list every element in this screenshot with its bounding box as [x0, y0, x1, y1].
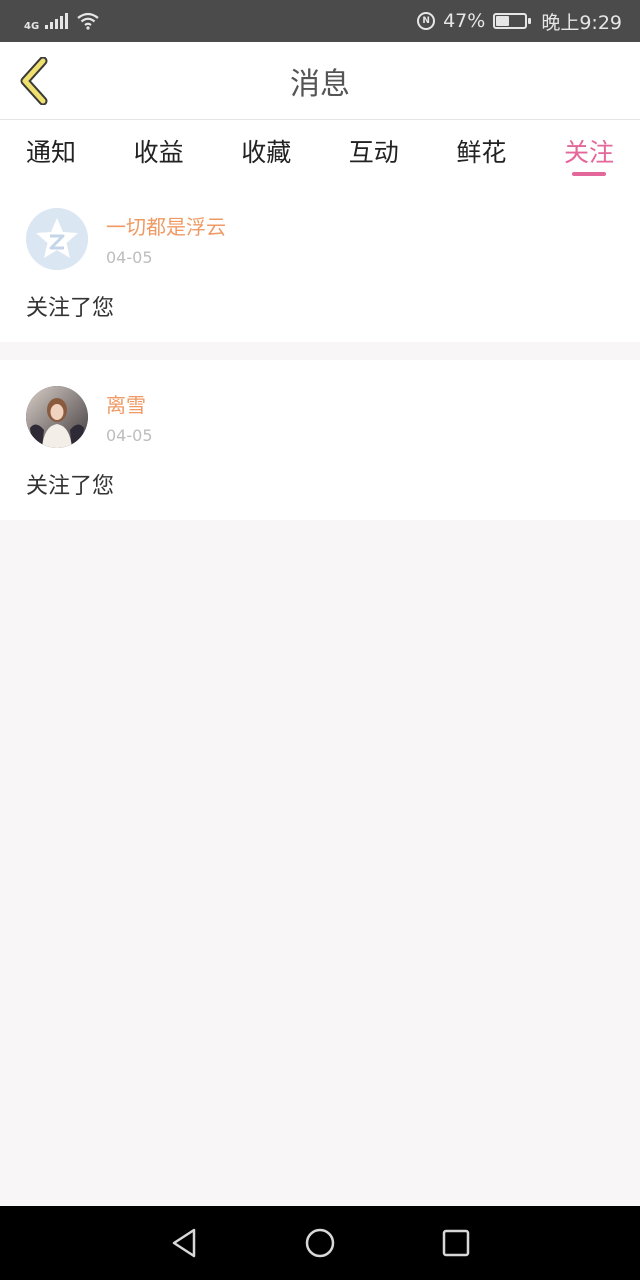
message-date: 04-05: [106, 426, 153, 445]
message-card[interactable]: 一切都是浮云 04-05 关注了您: [0, 182, 640, 342]
nav-back-button[interactable]: [166, 1225, 202, 1261]
page-title: 消息: [290, 67, 350, 102]
wifi-icon: [77, 12, 99, 30]
signal-icon: [45, 13, 69, 29]
tab-interaction[interactable]: 互动: [349, 120, 399, 182]
message-card[interactable]: 离雪 04-05 关注了您: [0, 360, 640, 520]
chevron-left-icon: [20, 57, 48, 105]
tab-bar: 通知 收益 收藏 互动 鲜花 关注: [0, 120, 640, 182]
tab-notice[interactable]: 通知: [26, 120, 76, 182]
battery-fill: [496, 16, 510, 26]
user-name[interactable]: 一切都是浮云: [106, 211, 226, 240]
tab-flowers[interactable]: 鲜花: [456, 120, 506, 182]
avatar[interactable]: [26, 208, 88, 270]
battery-percent: 47%: [443, 10, 486, 32]
message-text: 关注了您: [26, 474, 115, 499]
message-header: 一切都是浮云 04-05: [26, 208, 614, 270]
data-saver-icon: N: [417, 12, 436, 30]
clock: 晚上9:29: [541, 11, 622, 34]
network-type-label: 4G: [24, 20, 40, 32]
message-header: 离雪 04-05: [26, 386, 614, 448]
message-meta: 离雪 04-05: [106, 389, 153, 445]
nav-home-button[interactable]: [302, 1225, 338, 1261]
status-right: N 47% 晚上9:29: [417, 8, 622, 35]
default-star-avatar-icon: [26, 208, 88, 270]
photo-avatar-icon: [26, 386, 88, 448]
battery-icon: [493, 13, 532, 29]
system-navigation-bar: [0, 1206, 640, 1280]
tab-earnings[interactable]: 收益: [134, 120, 184, 182]
circle-home-icon: [305, 1228, 335, 1258]
tab-favorites[interactable]: 收藏: [241, 120, 291, 182]
app-header: 消息: [0, 42, 640, 120]
status-left: 4G: [24, 11, 100, 32]
message-text: 关注了您: [26, 296, 115, 321]
message-list: 一切都是浮云 04-05 关注了您 离雪 04-05 关注了您: [0, 182, 640, 520]
message-meta: 一切都是浮云 04-05: [106, 211, 226, 267]
user-name[interactable]: 离雪: [106, 389, 153, 418]
back-button[interactable]: [14, 56, 54, 106]
tab-follow[interactable]: 关注: [564, 120, 614, 182]
nav-recent-button[interactable]: [438, 1225, 474, 1261]
square-recent-icon: [442, 1229, 470, 1257]
avatar[interactable]: [26, 386, 88, 448]
status-bar: 4G N 47% 晚上9:29: [0, 0, 640, 42]
triangle-back-icon: [172, 1228, 196, 1258]
message-date: 04-05: [106, 248, 153, 267]
